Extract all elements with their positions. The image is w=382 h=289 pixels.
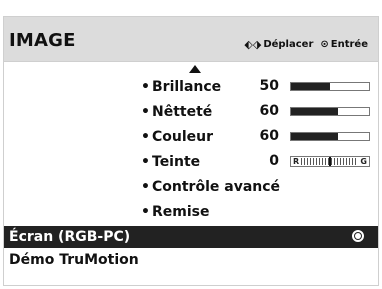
couleur-value: 60 bbox=[259, 128, 279, 144]
menu-title: IMAGE bbox=[9, 30, 76, 51]
hint-enter-label: Entrée bbox=[330, 39, 368, 50]
item-label: Nêtteté bbox=[152, 104, 213, 120]
brillance-value: 50 bbox=[259, 78, 279, 94]
tint-red-cap: R bbox=[293, 157, 300, 166]
bullet: • bbox=[141, 179, 150, 195]
hint-move-label: Déplacer bbox=[263, 39, 314, 50]
scroll-up-arrow-icon[interactable] bbox=[189, 65, 201, 73]
bullet: • bbox=[141, 129, 150, 145]
ok-circle-icon: ⊙ bbox=[320, 38, 329, 50]
menu-header: IMAGE ⬖⬗ Déplacer ⊙ Entrée bbox=[4, 17, 378, 61]
bullet: • bbox=[141, 154, 150, 170]
submenu-item-couleur[interactable]: • Couleur bbox=[141, 126, 213, 148]
four-way-arrow-icon: ⬖⬗ bbox=[244, 38, 262, 51]
bullet: • bbox=[141, 79, 150, 95]
item-label: Brillance bbox=[152, 79, 222, 95]
couleur-slider[interactable] bbox=[290, 132, 370, 141]
item-label: Remise bbox=[152, 204, 210, 220]
nettete-slider-fill bbox=[291, 108, 338, 115]
nettete-value: 60 bbox=[259, 103, 279, 119]
couleur-slider-fill bbox=[291, 133, 338, 140]
bullet: • bbox=[141, 104, 150, 120]
submenu-item-teinte[interactable]: • Teinte bbox=[141, 151, 200, 173]
submenu-item-brillance[interactable]: • Brillance bbox=[141, 76, 221, 98]
submenu-item-remise[interactable]: • Remise bbox=[141, 201, 210, 223]
tint-ticks-left bbox=[301, 158, 329, 165]
tint-ticks-right bbox=[330, 158, 359, 165]
header-divider bbox=[4, 61, 378, 62]
brillance-slider[interactable] bbox=[290, 82, 370, 91]
picture-menu-panel: IMAGE ⬖⬗ Déplacer ⊙ Entrée • Brillance 5… bbox=[3, 16, 379, 286]
radio-dot bbox=[355, 233, 361, 239]
submenu-item-nettete[interactable]: • Nêtteté bbox=[141, 101, 212, 123]
item-label: Écran (RGB-PC) bbox=[9, 229, 131, 245]
menu-item-ecran-rgb-pc[interactable]: Écran (RGB-PC) bbox=[4, 226, 378, 248]
brillance-slider-fill bbox=[291, 83, 330, 90]
tint-green-cap: G bbox=[360, 157, 367, 166]
teinte-value: 0 bbox=[269, 153, 279, 169]
item-label: Contrôle avancé bbox=[152, 179, 281, 195]
navigation-hint: ⬖⬗ Déplacer ⊙ Entrée bbox=[244, 39, 368, 50]
submenu-item-controle-avance[interactable]: • Contrôle avancé bbox=[141, 176, 280, 198]
item-label: Couleur bbox=[152, 129, 214, 145]
item-label: Teinte bbox=[152, 154, 201, 170]
bullet: • bbox=[141, 204, 150, 220]
selected-radio-icon bbox=[352, 230, 364, 242]
teinte-slider[interactable]: R G bbox=[290, 156, 370, 167]
menu-item-demo-trumotion[interactable]: Démo TruMotion bbox=[9, 252, 139, 268]
nettete-slider[interactable] bbox=[290, 107, 370, 116]
